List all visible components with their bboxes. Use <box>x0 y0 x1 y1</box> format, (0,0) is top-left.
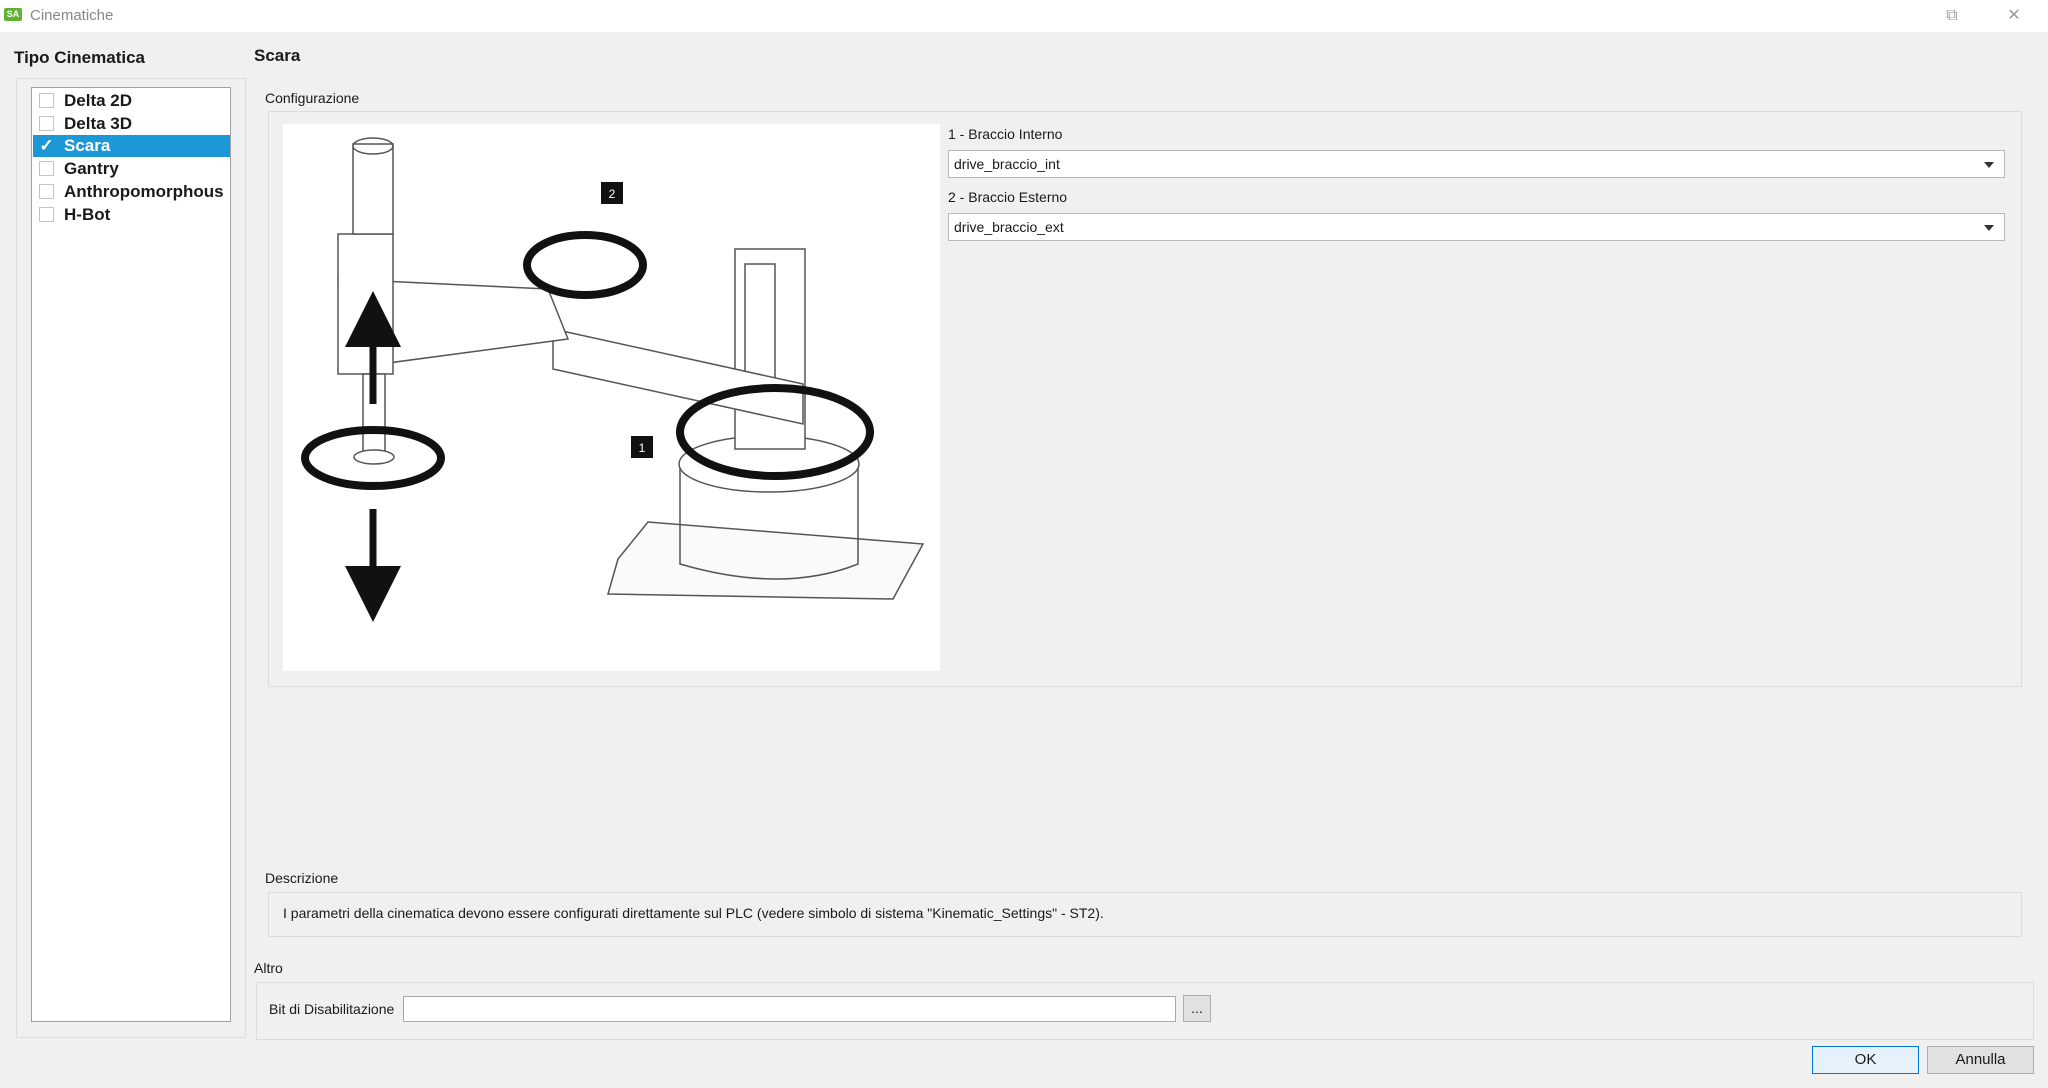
browse-button[interactable]: ... <box>1183 995 1211 1022</box>
inner-arm-label: 1 - Braccio Interno <box>948 126 1063 142</box>
ok-button[interactable]: OK <box>1812 1046 1919 1074</box>
inner-arm-drive-select[interactable]: drive_braccio_int <box>948 150 2005 178</box>
disable-bit-label: Bit di Disabilitazione <box>269 1001 395 1017</box>
checkbox[interactable] <box>39 184 54 199</box>
checkmark-icon[interactable]: ✓ <box>39 137 54 154</box>
arm-1-badge: 1 <box>639 441 646 455</box>
title-bar: SA Cinematiche ⧉ ✕ <box>0 0 2048 32</box>
list-item-label: Scara <box>64 136 111 155</box>
list-item-anthropomorphous[interactable]: Anthropomorphous <box>33 181 230 203</box>
description-label: Descrizione <box>265 870 339 886</box>
description-text: I parametri della cinematica devono esse… <box>283 905 1104 921</box>
checkbox[interactable] <box>39 116 54 131</box>
outer-arm-drive-select[interactable]: drive_braccio_ext <box>948 213 2005 241</box>
arm-2-badge: 2 <box>609 187 616 201</box>
list-item-h-bot[interactable]: H-Bot <box>33 204 230 226</box>
chevron-down-icon[interactable] <box>1984 162 1994 168</box>
scara-robot-diagram: 2 1 <box>283 124 940 671</box>
cancel-button[interactable]: Annulla <box>1927 1046 2034 1074</box>
list-item-delta-3d[interactable]: Delta 3D <box>33 113 230 135</box>
list-item-label: Anthropomorphous <box>64 182 224 201</box>
chevron-down-icon[interactable] <box>1984 225 1994 231</box>
checkbox[interactable] <box>39 207 54 222</box>
kinematic-type-list[interactable]: Delta 2D Delta 3D ✓ Scara Gantry Anthrop… <box>31 87 231 1022</box>
list-item-gantry[interactable]: Gantry <box>33 158 230 180</box>
app-icon: SA <box>4 8 22 21</box>
outer-arm-label: 2 - Braccio Esterno <box>948 189 1068 205</box>
list-item-delta-2d[interactable]: Delta 2D <box>33 90 230 112</box>
list-item-label: H-Bot <box>64 205 111 224</box>
list-item-label: Delta 3D <box>64 114 133 133</box>
scara-robot-illustration: 2 1 <box>301 137 925 622</box>
window-title: Cinematiche <box>30 7 114 24</box>
list-item-scara[interactable]: ✓ Scara <box>33 135 230 157</box>
restore-icon[interactable]: ⧉ <box>1932 4 1972 28</box>
kinematic-type-heading: Tipo Cinematica <box>14 48 145 67</box>
list-item-label: Gantry <box>64 159 119 178</box>
outer-arm-drive-value: drive_braccio_ext <box>954 219 1064 235</box>
description-panel: I parametri della cinematica devono esse… <box>268 892 2022 937</box>
inner-arm-drive-value: drive_braccio_int <box>954 156 1060 172</box>
other-section-label: Altro <box>254 960 283 976</box>
checkbox[interactable] <box>39 93 54 108</box>
list-item-label: Delta 2D <box>64 91 133 110</box>
page-title: Scara <box>254 46 301 65</box>
config-section-label: Configurazione <box>265 90 360 106</box>
close-icon[interactable]: ✕ <box>1994 4 2034 28</box>
disable-bit-input[interactable] <box>403 996 1176 1022</box>
checkbox[interactable] <box>39 161 54 176</box>
